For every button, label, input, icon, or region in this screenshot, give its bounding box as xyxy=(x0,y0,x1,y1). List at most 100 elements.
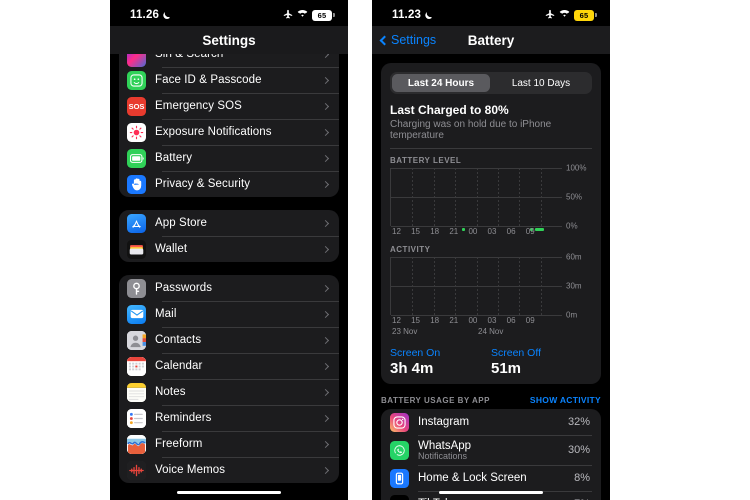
chevron-right-icon xyxy=(321,388,330,396)
battery-level-chart: 100% 50% 0% xyxy=(390,163,592,231)
sidebar-item-siri-search[interactable]: Siri & Search xyxy=(119,54,339,67)
activity-label: ACTIVITY xyxy=(390,245,431,254)
sidebar-item-app-store[interactable]: App Store xyxy=(119,210,339,236)
screen-time-stats: Screen On 3h 4m Screen Off 51m xyxy=(390,347,592,377)
battery-level-label: BATTERY LEVEL xyxy=(390,156,462,165)
wifi-icon xyxy=(297,9,308,21)
wallet-icon xyxy=(127,239,146,259)
back-button-label: Settings xyxy=(391,33,437,47)
sidebar-item-contacts[interactable]: Contacts xyxy=(119,327,339,353)
battery-content[interactable]: Last 24 Hours Last 10 Days Last Charged … xyxy=(372,54,610,500)
sidebar-item-label: Calendar xyxy=(155,360,203,372)
sidebar-item-privacy-security[interactable]: Privacy & Security xyxy=(119,171,339,197)
sidebar-item-label: Passwords xyxy=(155,282,213,294)
activity-chart: 60m 30m 0m xyxy=(390,253,592,320)
chevron-right-icon xyxy=(321,284,330,292)
sidebar-item-exposure-notifications[interactable]: Exposure Notifications xyxy=(119,119,339,145)
battery-level-y-axis: 100% 50% 0% xyxy=(566,163,587,231)
app-usage-list: Instagram 32% WhatsApp Notifications 30% xyxy=(381,409,601,500)
sidebar-item-reminders[interactable]: Reminders xyxy=(119,405,339,431)
app-percent: 8% xyxy=(574,472,590,484)
screen-off-value: 51m xyxy=(491,360,522,377)
app-percent: 32% xyxy=(567,416,590,428)
status-bar-left-group: 11.23 xyxy=(392,9,433,21)
back-button[interactable]: Settings xyxy=(379,33,437,47)
settings-list[interactable]: Siri & Search Face ID & Passcode SOS Eme… xyxy=(110,54,348,500)
wifi-icon xyxy=(559,9,570,21)
sidebar-item-label: Wallet xyxy=(155,243,188,255)
sidebar-item-label: Privacy & Security xyxy=(155,178,251,190)
list-item[interactable]: WhatsApp Notifications 30% xyxy=(390,435,592,465)
crescent-moon-icon xyxy=(424,11,433,20)
battery-level-x-axis: 12 15 18 21 00 03 06 09 xyxy=(392,227,535,236)
chevron-right-icon xyxy=(321,128,330,136)
divider xyxy=(390,148,592,149)
home-indicator-right xyxy=(439,490,543,494)
emergency-sos-icon: SOS xyxy=(127,96,146,116)
tiktok-icon xyxy=(390,494,409,500)
sidebar-item-freeform[interactable]: Freeform xyxy=(119,431,339,457)
phone-left-settings: 11.26 65 Settings Siri & Search Face ID … xyxy=(110,0,348,500)
tab-last-10-days[interactable]: Last 10 Days xyxy=(492,74,590,92)
sidebar-item-label: Contacts xyxy=(155,334,202,346)
sidebar-item-label: Notes xyxy=(155,386,186,398)
screen-on-label: Screen On xyxy=(390,347,441,359)
siri-icon xyxy=(127,54,146,67)
battery-status-icon: 65 xyxy=(312,9,335,21)
list-item[interactable]: Home & Lock Screen 8% xyxy=(390,465,592,491)
usage-by-app-label: BATTERY USAGE BY APP xyxy=(381,396,490,405)
battery-icon xyxy=(127,148,146,168)
chevron-right-icon xyxy=(321,336,330,344)
activity-x-axis-wrap: 12 15 18 21 00 03 06 09 23 Nov 24 Nov xyxy=(390,315,592,338)
show-activity-button[interactable]: SHOW ACTIVITY xyxy=(530,395,601,405)
settings-group-2: App Store Wallet xyxy=(119,210,339,262)
chevron-right-icon xyxy=(321,310,330,318)
calendar-icon xyxy=(127,356,146,376)
sidebar-item-label: Mail xyxy=(155,308,177,320)
time-range-segmented-control[interactable]: Last 24 Hours Last 10 Days xyxy=(390,72,592,94)
page-title: Settings xyxy=(202,32,256,48)
status-bar-left: 11.26 65 xyxy=(110,0,348,26)
nav-bar-left: Settings xyxy=(110,26,348,54)
sidebar-item-label: Voice Memos xyxy=(155,464,226,476)
page-title: Battery xyxy=(467,32,515,48)
face-id-icon xyxy=(127,70,146,90)
airplane-mode-icon xyxy=(545,9,555,22)
airplane-mode-icon xyxy=(283,9,293,22)
status-time: 11.26 xyxy=(130,9,160,21)
chevron-left-icon xyxy=(379,35,390,45)
notes-icon xyxy=(127,382,146,402)
screen-on-value: 3h 4m xyxy=(390,360,434,377)
battery-x-axis-wrap: 12 15 18 21 00 03 06 09 xyxy=(390,226,592,238)
app-store-icon xyxy=(127,213,146,233)
passwords-key-icon xyxy=(127,278,146,298)
chevron-right-icon xyxy=(321,102,330,110)
sidebar-item-voice-memos[interactable]: Voice Memos xyxy=(119,457,339,483)
sidebar-item-passwords[interactable]: Passwords xyxy=(119,275,339,301)
status-bar-right: 11.23 65 xyxy=(372,0,610,26)
sidebar-item-label: App Store xyxy=(155,217,208,229)
sidebar-item-face-id-passcode[interactable]: Face ID & Passcode xyxy=(119,67,339,93)
sidebar-item-emergency-sos[interactable]: SOS Emergency SOS xyxy=(119,93,339,119)
battery-level-plot xyxy=(390,168,562,231)
sidebar-item-mail[interactable]: Mail xyxy=(119,301,339,327)
chevron-right-icon xyxy=(321,180,330,188)
sidebar-item-label: Battery xyxy=(155,152,193,164)
chevron-right-icon xyxy=(321,466,330,474)
sidebar-item-battery[interactable]: Battery xyxy=(119,145,339,171)
list-item[interactable]: Instagram 32% xyxy=(390,409,592,435)
sidebar-item-label: Exposure Notifications xyxy=(155,126,272,138)
sidebar-item-calendar[interactable]: Calendar xyxy=(119,353,339,379)
activity-plot xyxy=(390,257,562,316)
sidebar-item-notes[interactable]: Notes xyxy=(119,379,339,405)
contacts-icon xyxy=(127,330,146,350)
freeform-icon xyxy=(127,434,146,454)
chevron-right-icon xyxy=(321,362,330,370)
activity-x-axis: 12 15 18 21 00 03 06 09 xyxy=(392,316,535,325)
tab-last-24-hours[interactable]: Last 24 Hours xyxy=(392,74,490,92)
chevron-right-icon xyxy=(321,219,330,227)
sidebar-item-label: Emergency SOS xyxy=(155,100,242,112)
app-names: WhatsApp Notifications xyxy=(418,440,559,461)
sidebar-item-wallet[interactable]: Wallet xyxy=(119,236,339,262)
last-charged-title: Last Charged to 80% xyxy=(390,103,509,117)
